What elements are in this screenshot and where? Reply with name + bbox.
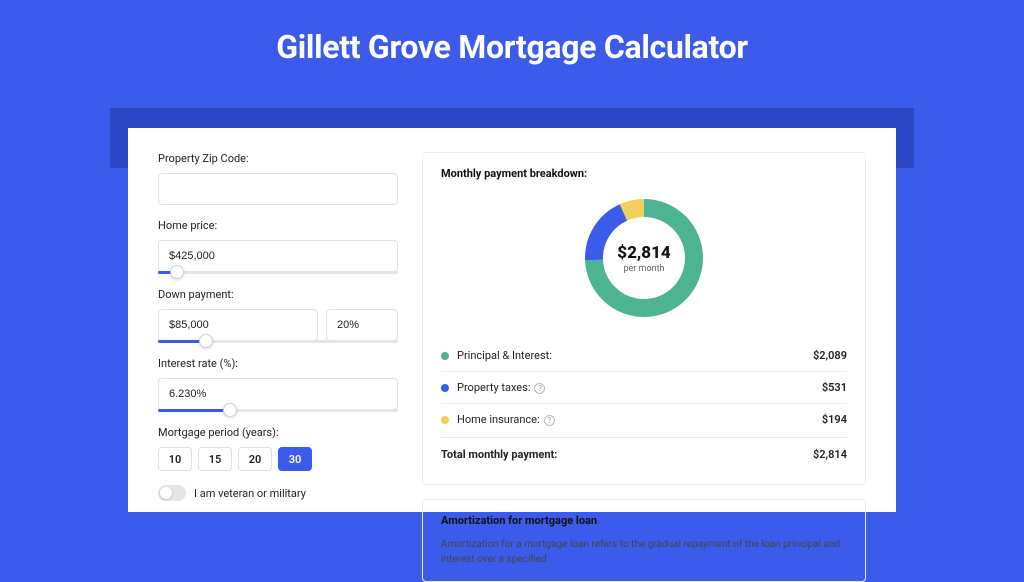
zip-input[interactable] — [158, 173, 398, 205]
legend: Principal & Interest:$2,089Property taxe… — [441, 340, 847, 435]
rate-label: Interest rate (%): — [158, 357, 398, 370]
legend-value: $531 — [822, 381, 847, 394]
price-slider-thumb[interactable] — [170, 265, 184, 279]
period-button-15[interactable]: 15 — [198, 447, 232, 471]
period-field: Mortgage period (years): 10152030 — [158, 426, 398, 471]
rate-slider-fill — [158, 409, 230, 412]
total-value: $2,814 — [813, 448, 847, 461]
rate-input[interactable] — [158, 378, 398, 410]
legend-row: Property taxes:?$531 — [441, 372, 847, 404]
donut-amount: $2,814 — [617, 243, 670, 263]
price-label: Home price: — [158, 219, 398, 232]
amortization-panel: Amortization for mortgage loan Amortizat… — [422, 499, 866, 582]
donut-chart: $2,814 per month — [580, 194, 708, 322]
period-buttons: 10152030 — [158, 447, 398, 471]
legend-value: $2,089 — [813, 349, 847, 362]
veteran-row: I am veteran or military — [158, 485, 398, 501]
down-slider[interactable] — [158, 340, 398, 343]
rate-slider-thumb[interactable] — [223, 403, 237, 417]
legend-dot — [441, 384, 449, 392]
down-label: Down payment: — [158, 288, 398, 301]
legend-label: Home insurance:? — [457, 413, 822, 426]
total-label: Total monthly payment: — [441, 448, 813, 461]
breakdown-panel: Monthly payment breakdown: $2,814 per mo… — [422, 152, 866, 485]
period-button-30[interactable]: 30 — [278, 447, 312, 471]
legend-label: Principal & Interest: — [457, 349, 813, 362]
amortization-title: Amortization for mortgage loan — [441, 514, 847, 527]
donut-wrap: $2,814 per month — [441, 190, 847, 340]
page-title: Gillett Grove Mortgage Calculator — [0, 0, 1024, 86]
legend-row: Principal & Interest:$2,089 — [441, 340, 847, 372]
down-slider-thumb[interactable] — [199, 334, 213, 348]
form-column: Property Zip Code: Home price: Down paym… — [158, 152, 398, 512]
period-button-10[interactable]: 10 — [158, 447, 192, 471]
breakdown-title: Monthly payment breakdown: — [441, 167, 847, 180]
legend-row: Home insurance:?$194 — [441, 404, 847, 435]
results-column: Monthly payment breakdown: $2,814 per mo… — [422, 152, 866, 512]
rate-field: Interest rate (%): — [158, 357, 398, 412]
down-field: Down payment: — [158, 288, 398, 343]
legend-dot — [441, 416, 449, 424]
legend-dot — [441, 352, 449, 360]
donut-sub: per month — [623, 264, 664, 274]
veteran-toggle[interactable] — [158, 485, 186, 501]
zip-field: Property Zip Code: — [158, 152, 398, 205]
info-icon[interactable]: ? — [544, 415, 555, 426]
period-label: Mortgage period (years): — [158, 426, 398, 439]
zip-label: Property Zip Code: — [158, 152, 398, 165]
veteran-label: I am veteran or military — [194, 487, 306, 500]
down-amount-input[interactable] — [158, 309, 318, 341]
rate-slider[interactable] — [158, 409, 398, 412]
info-icon[interactable]: ? — [534, 383, 545, 394]
price-field: Home price: — [158, 219, 398, 274]
period-button-20[interactable]: 20 — [238, 447, 272, 471]
calculator-card: Property Zip Code: Home price: Down paym… — [128, 128, 896, 512]
price-slider[interactable] — [158, 271, 398, 274]
legend-value: $194 — [822, 413, 847, 426]
down-pct-input[interactable] — [326, 309, 398, 341]
price-input[interactable] — [158, 240, 398, 272]
amortization-text: Amortization for a mortgage loan refers … — [441, 537, 847, 567]
total-row: Total monthly payment: $2,814 — [441, 437, 847, 470]
legend-label: Property taxes:? — [457, 381, 822, 394]
